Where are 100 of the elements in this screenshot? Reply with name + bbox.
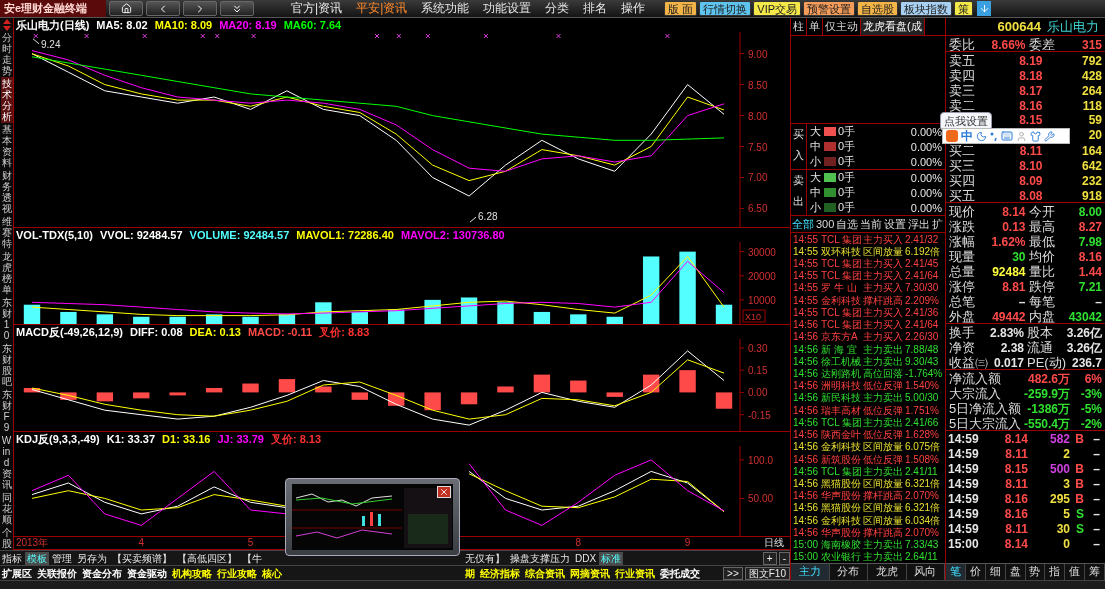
alert-row[interactable]: 14:56 徐工机械 主力卖出 9.30/43 [793,355,945,368]
toolbar-tab[interactable]: 操盘支撑压力 [508,551,572,565]
nav-button[interactable] [220,1,254,16]
filter-tab[interactable]: 设置 [884,216,907,232]
toolbar-tab[interactable]: 行业资讯 [613,566,657,580]
toolbar-tab[interactable]: 委托成交 [658,566,702,580]
toolbar-tab[interactable]: 扩展区 [0,566,34,580]
alert-row[interactable]: 14:56 陕西金叶 低位反弹 1.628% [793,428,945,441]
menu-item[interactable]: 排名 [576,0,615,17]
input-method-icon[interactable] [946,130,958,142]
toolbar-tab[interactable]: 经济指标 [478,566,522,580]
nav-button[interactable] [109,1,143,16]
alert-row[interactable]: 14:56 新民科技 主力卖出 5.00/30 [793,391,945,405]
alert-row[interactable]: 14:56 新 海 宜 主力卖出 7.88/48 [793,342,945,356]
toolbar-tab[interactable]: 无仅有】 [463,551,507,565]
input-method-bar[interactable]: 中 [942,128,1070,144]
filter-tab[interactable]: 全部 [792,216,814,232]
punctuation-icon[interactable] [990,131,998,141]
toolbar-tab[interactable]: 模板 [25,551,49,565]
dropdown-button[interactable] [977,1,992,16]
toolbar-tab[interactable]: 标准 [599,551,624,565]
filter-tab[interactable]: 扩 [932,216,944,232]
alert-row[interactable]: 14:55 TCL 集团主力买入 2.41/36 [793,306,945,319]
toolbar-button[interactable]: >> [723,566,743,580]
side-tab[interactable]: 东财10 [0,296,13,342]
alert-row[interactable]: 14:56 金利科技 区间放量 6.034倍 [793,514,945,527]
toolbar-tab[interactable]: 【买卖频谱】 [110,551,174,565]
scroll-arrows-icon[interactable] [1,18,12,31]
alert-row[interactable]: 14:56 TCL 集团主力卖出 2.41/11 [793,465,945,478]
toolbar-tab[interactable]: 指标 [0,551,24,565]
toolbar-tab[interactable]: 管理 [50,551,74,565]
toolbar-tab[interactable]: 核心 [260,566,284,580]
side-tab[interactable]: 分时走势 [0,31,13,77]
alert-row[interactable]: 14:55 TCL 集团主力买入 2.41/45 [793,257,945,270]
side-tab[interactable]: 技术分析 [0,77,13,123]
alert-row[interactable]: 14:56 新筑股份 低位反弹 1.508% [793,452,945,466]
alert-row[interactable]: 14:56 黑猫股份 区间放量 6.321倍 [793,501,945,515]
toolbar-tab[interactable]: 网摘资讯 [568,566,612,580]
toolbar-tab[interactable]: 行业攻略 [215,566,259,580]
menu-item[interactable]: 系统功能 [414,0,477,17]
keyboard-icon[interactable] [1001,130,1013,142]
moon-icon[interactable] [976,130,987,142]
alert-row[interactable]: 14:55 TCL 集团主力买入 2.41/32 [793,233,945,246]
toolbar-tab[interactable]: 【高低四区】 [175,551,239,565]
quick-button[interactable]: 预警设置 [803,1,856,16]
side-tab[interactable]: 个股 [0,526,13,550]
filter-tab[interactable]: 浮出 [908,216,931,232]
side-tab[interactable]: 财务透视 [0,169,13,215]
alert-row[interactable]: 14:56 TCL 集团主力卖出 2.41/66 [793,416,945,429]
side-tab[interactable]: 东财股吧 [0,342,13,388]
alert-row[interactable]: 14:56 华声股份 撑杆跳高 2.070% [793,526,945,539]
monitor-tab[interactable]: 柱 [791,18,807,35]
alert-row[interactable]: 14:56 洲明科技 低位反弹 1.540% [793,379,945,392]
shirt-icon[interactable] [1030,130,1041,142]
wrench-icon[interactable] [1044,130,1055,142]
alert-row[interactable]: 14:56 瑞丰高材 低位反弹 1.751% [793,404,945,417]
toolbar-tab[interactable]: 【牛 [240,551,264,565]
menu-item[interactable]: 分类 [538,0,577,17]
alert-row[interactable]: 14:55 金利科技 撑杆跳高 2.209% [793,294,945,307]
monitor-tab[interactable]: 单 [807,18,823,35]
alert-row[interactable]: 14:56 达刚路机 高位回落 -1.764% [793,367,945,380]
alert-row[interactable]: 14:56 黑猫股份 区间放量 6.321倍 [793,477,945,490]
panel-tab[interactable]: 主力 [791,564,830,580]
panel-tab[interactable]: 笔 [946,564,966,580]
alert-row[interactable]: 15:00 海南橡胶 主力卖出 7.33/43 [793,538,945,551]
toolbar-tab[interactable]: 资金分布 [80,566,124,580]
menu-item[interactable]: 功能设置 [476,0,539,17]
alert-row[interactable]: 15:00 农业银行 主力卖出 2.64/11 [793,550,945,563]
zoom-button[interactable]: - [778,551,790,565]
side-tab[interactable]: 东财F9 [0,388,13,434]
side-tab[interactable]: 同花顺 [0,491,13,526]
monitor-tab[interactable]: 龙虎看盘(成 [861,18,925,35]
toolbar-tab[interactable]: 另存为 [75,551,109,565]
toolbar-tab[interactable]: 综合资讯 [523,566,567,580]
quick-button[interactable]: VIP交易 [753,1,802,16]
zoom-button[interactable]: + [762,551,777,565]
quick-button[interactable]: 策 [954,1,974,16]
filter-tab[interactable]: 自选 [836,216,859,232]
alert-row[interactable]: 14:55 TCL 集团主力买入 2.41/64 [793,269,945,282]
quick-button[interactable]: 行情切换 [699,1,752,16]
filter-tab[interactable]: 当前 [860,216,883,232]
toolbar-tab[interactable]: 期 [463,566,477,580]
side-tab[interactable]: 维赛特 [0,215,13,250]
menu-item[interactable]: 操作 [614,0,653,17]
alert-row[interactable]: 14:56 金利科技 区间放量 6.075倍 [793,440,945,453]
alert-row[interactable]: 14:55 罗 牛 山 主力买入 7.30/30 [793,281,945,295]
toolbar-tab[interactable]: 资金驱动 [125,566,169,580]
toolbar-button[interactable]: 图文F10 [744,566,790,580]
toolbar-tab[interactable]: 关联报价 [35,566,79,580]
alert-row[interactable]: 14:55 双环科技 区间放量 6.192倍 [793,245,945,258]
menu-item[interactable]: 平安|资讯 [349,0,415,17]
close-button[interactable] [437,486,451,498]
alert-row[interactable]: 14:56 TCL 集团主力买入 2.41/64 [793,318,945,331]
alert-row[interactable]: 14:56 华声股份 撑杆跳高 2.070% [793,489,945,502]
quick-button[interactable]: 版 面 [664,1,698,16]
quick-button[interactable]: 板块指数 [900,1,953,16]
alert-row[interactable]: 14:56 京东方A 主力买入 2.26/30 [793,330,945,343]
filter-tab[interactable]: 300 [816,218,835,230]
window-preview[interactable] [285,478,460,556]
toolbar-tab[interactable]: DDX [573,551,599,565]
